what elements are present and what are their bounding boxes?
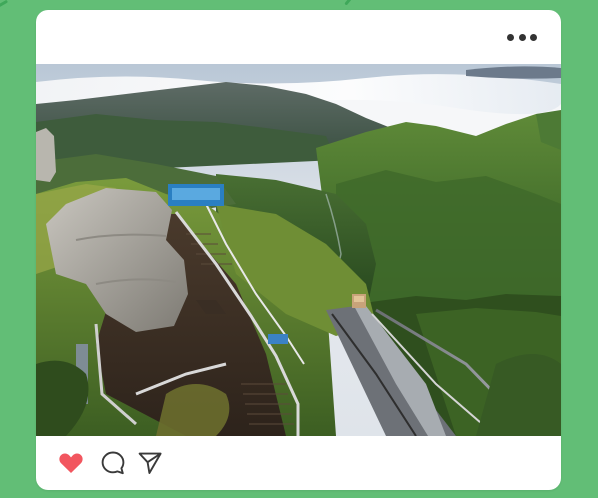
more-options-button[interactable]: [507, 28, 537, 46]
background-leaf: [0, 0, 9, 8]
heart-icon[interactable]: [58, 450, 84, 476]
more-dot-icon: [507, 33, 514, 41]
post-actions: [36, 436, 561, 490]
post-photo: [36, 64, 561, 436]
more-dot-icon: [518, 33, 526, 41]
post-header: [36, 10, 561, 64]
more-dot-icon: [530, 33, 537, 41]
send-icon[interactable]: [137, 450, 163, 476]
background-leaf: [344, 0, 352, 6]
post-card: [36, 10, 561, 490]
comment-icon[interactable]: [100, 450, 126, 476]
